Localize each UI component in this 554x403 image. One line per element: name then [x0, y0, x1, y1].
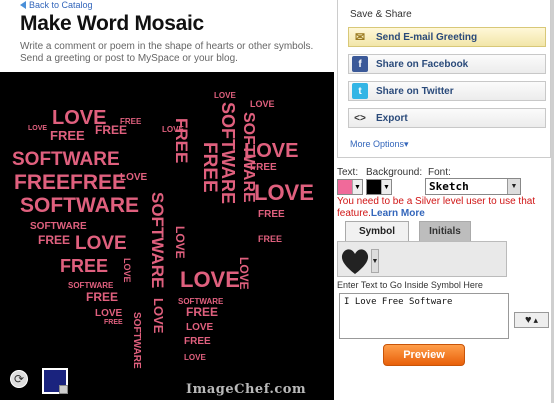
mosaic-word: FREE [199, 142, 220, 193]
text-color-swatch [338, 180, 352, 194]
symbol-heart-dropdown[interactable]: ♥ ▴ [514, 312, 549, 328]
share-on-twitter-label: Share on Twitter [376, 85, 454, 97]
mosaic-word: FREE [104, 319, 123, 326]
send-email-greeting-label: Send E-mail Greeting [376, 31, 478, 43]
facebook-icon: f [352, 56, 368, 72]
mosaic-word: LOVE [122, 258, 132, 283]
mosaic-word: LOVE [151, 298, 166, 334]
mosaic-word: LOVE [28, 125, 47, 132]
mosaic-word: SOFTWARE [131, 312, 142, 369]
chevron-down-icon: ▾ [404, 139, 409, 149]
font-select[interactable]: Sketch ▼ [425, 178, 521, 195]
font-label: Font: [428, 167, 451, 178]
heart-icon [341, 249, 369, 274]
canvas-background-color-picker[interactable] [42, 368, 68, 394]
send-email-greeting-button[interactable]: ✉ Send E-mail Greeting [348, 27, 546, 47]
background-color-swatch [367, 180, 381, 194]
mosaic-word: FREE [60, 256, 108, 276]
warning-text: You need to be a Silver level user to us… [337, 196, 536, 219]
chevron-down-icon: ▼ [381, 180, 391, 194]
mosaic-word: LOVE [254, 180, 314, 205]
mosaic-word: FREE [258, 234, 282, 244]
share-on-facebook-label: Share on Facebook [376, 58, 469, 70]
mosaic-word: FREE [172, 118, 191, 163]
font-select-value: Sketch [429, 180, 469, 193]
more-options-label: More Options [350, 139, 405, 149]
mosaic-word: LOVE [250, 99, 275, 109]
mosaic-word: LOVE [95, 308, 123, 319]
chevron-down-icon [59, 385, 68, 394]
export-button[interactable]: <> Export [348, 108, 546, 128]
mosaic-word: LOVE [237, 257, 251, 290]
mosaic-word: SOFTWARE [240, 112, 257, 203]
inside-text-textarea[interactable]: I Love Free Software [339, 293, 509, 339]
heart-word-mosaic: LOVE FREE FREE FREE LOVE SOFTWARE FREEFR… [12, 91, 314, 369]
symbol-picker[interactable]: ▼ [339, 245, 383, 277]
chevron-down-icon: ▼ [507, 179, 520, 194]
mosaic-word: FREE [86, 290, 118, 304]
mosaic-word: SOFTWARE [68, 281, 114, 290]
mosaic-word: LOVE [75, 233, 127, 254]
share-on-twitter-button[interactable]: t Share on Twitter [348, 81, 546, 101]
mosaic-word: LOVE [214, 91, 236, 100]
mosaic-word: SOFTWARE [148, 192, 167, 288]
symbol-panel: ▼ [337, 241, 507, 277]
mosaic-word: SOFTWARE [30, 221, 87, 232]
chevron-up-icon: ▴ [533, 314, 539, 325]
mosaic-word: LOVE [180, 267, 240, 292]
mosaic-word: SOFTWARE [20, 194, 139, 217]
symbol-tabs: Symbol Initials [337, 221, 507, 241]
imagechef-watermark: ImageChef.com [186, 382, 307, 397]
share-on-facebook-button[interactable]: f Share on Facebook [348, 54, 546, 74]
mosaic-word: LOVE [173, 226, 187, 259]
mosaic-word: LOVE [120, 172, 148, 183]
silver-level-warning: You need to be a Silver level user to us… [337, 196, 551, 220]
learn-more-link[interactable]: Learn More [371, 208, 425, 219]
preview-button[interactable]: Preview [383, 344, 465, 366]
envelope-icon: ✉ [354, 30, 366, 44]
mosaic-canvas: LOVE FREE FREE FREE LOVE SOFTWARE FREEFR… [0, 72, 334, 400]
page-title: Make Word Mosaic [20, 12, 204, 35]
heart-icon: ♥ [524, 314, 532, 326]
mosaic-word: SOFTWARE [218, 102, 238, 204]
text-color-label: Text: [337, 167, 359, 178]
more-options-link[interactable]: More Options▾ [350, 139, 409, 150]
mosaic-word: FREE [186, 305, 218, 319]
tab-symbol[interactable]: Symbol [345, 221, 409, 241]
chevron-down-icon: ▼ [371, 249, 379, 273]
mosaic-word: FREE [50, 128, 85, 143]
inside-text-label: Enter Text to Go Inside Symbol Here [337, 280, 483, 290]
tab-initials[interactable]: Initials [419, 221, 471, 241]
share-panel: Save & Share ✉ Send E-mail Greeting f Sh… [337, 0, 551, 158]
mosaic-word: FREE [38, 233, 70, 247]
background-color-label: Background: [366, 167, 423, 178]
refresh-icon[interactable]: ⟳ [10, 370, 28, 388]
background-color-picker[interactable]: ▼ [366, 179, 392, 195]
share-panel-title: Save & Share [350, 9, 412, 20]
text-color-picker[interactable]: ▼ [337, 179, 363, 195]
page-subtitle: Write a comment or poem in the shape of … [20, 41, 314, 64]
code-icon: <> [354, 112, 366, 124]
mosaic-word: FREE [258, 209, 285, 220]
twitter-icon: t [352, 83, 368, 99]
back-arrow-icon [20, 1, 26, 9]
chevron-down-icon: ▼ [352, 180, 362, 194]
back-to-catalog-link[interactable]: Back to Catalog [20, 0, 93, 10]
mosaic-word: FREEFREE [14, 171, 126, 194]
mosaic-word: FREE [120, 117, 142, 126]
mosaic-word: LOVE [186, 322, 214, 333]
mosaic-word: SOFTWARE [12, 149, 120, 170]
mosaic-word: LOVE [184, 353, 206, 362]
mosaic-word: FREE [184, 336, 211, 347]
export-label: Export [376, 112, 408, 124]
back-link-label: Back to Catalog [29, 0, 93, 10]
